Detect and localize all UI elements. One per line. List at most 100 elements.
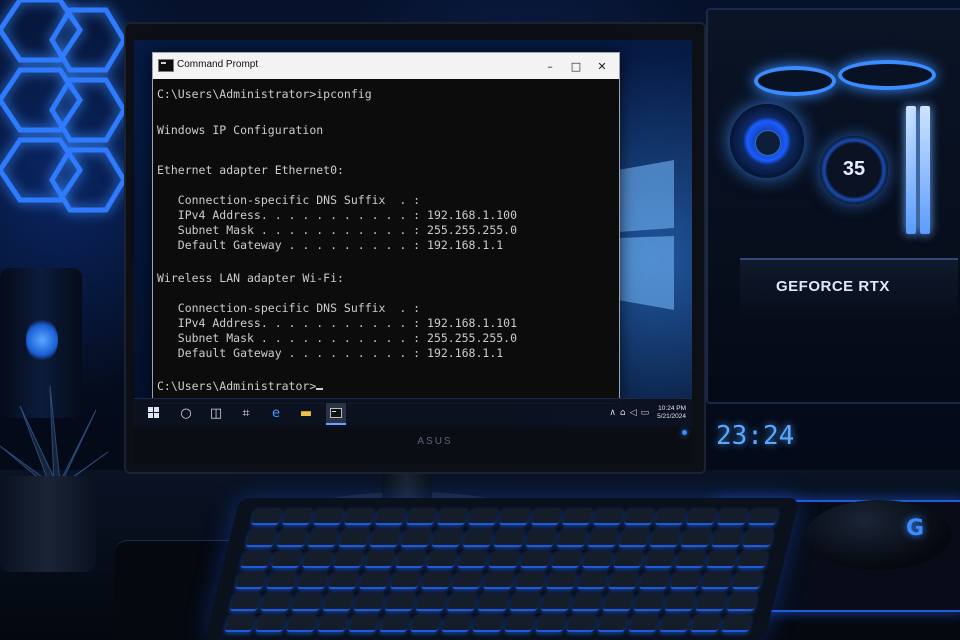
keyboard-key [328,572,360,590]
edge-icon[interactable]: e [266,403,286,423]
command-prompt-line[interactable]: C:\Users\Administrator> [157,379,324,393]
plant-leaves [0,386,109,486]
keyboard-key [530,508,562,526]
window-titlebar[interactable]: Command Prompt – □ ✕ [153,53,619,79]
keyboard-key [659,614,691,632]
keyboard-key [224,614,256,632]
keyboard-key [664,593,696,611]
keyboard-key [628,614,660,632]
keyboard-key [415,593,448,611]
keyboard-key [348,614,380,632]
keyboard-key [488,550,521,568]
keyboard-key [271,550,303,568]
keyboard-key [265,572,298,590]
keyboard-key [255,614,287,632]
keyboard-key [390,572,422,590]
battery-icon[interactable]: ▭ [641,408,650,418]
keyboard-key [291,593,324,611]
keyboard-key [333,550,365,568]
command-prompt-icon[interactable] [326,403,346,425]
keyboard-key [649,529,681,547]
keyboard-key [400,529,433,547]
taskbar-clock[interactable]: 10:24 PM 5/21/2024 [657,405,686,421]
keyboard-key [695,593,727,611]
console-line: Default Gateway . . . . . . . . . : 192.… [157,238,504,252]
keyboard-key [643,550,676,568]
maximize-button[interactable]: □ [563,53,589,79]
console-line: IPv4 Address. . . . . . . . . . . : 192.… [157,208,518,222]
keyboard [204,498,800,640]
window-title: Command Prompt [177,59,259,70]
command-prompt-window[interactable]: Command Prompt – □ ✕ C:\Users\Administra… [152,52,620,404]
keyboard-key [685,508,718,526]
task-view-icon[interactable]: ◫ [206,403,226,423]
keyboard-key [297,572,329,590]
widgets-icon[interactable]: ⌗ [236,403,256,423]
console-line: Connection-specific DNS Suffix . : [157,193,421,207]
chevron-up-icon[interactable]: ∧ [609,408,616,418]
clock-date: 5/21/2024 [657,413,686,420]
text-cursor [316,388,324,390]
keyboard-key [384,593,417,611]
keyboard-key [545,572,577,590]
keyboard-key [747,508,780,526]
terminal-icon [158,59,174,72]
network-icon[interactable]: ⌂ [620,408,626,418]
keyboard-key [731,572,764,590]
keyboard-key [410,614,443,632]
keyboard-key [437,508,469,526]
keyboard-key [587,529,619,547]
keyboard-key [494,529,526,547]
keyboard-key [276,529,309,547]
keyboard-key [364,550,396,568]
console-line: Windows IP Configuration [157,123,324,137]
keyboard-key [581,550,614,568]
keyboard-key [576,572,608,590]
keyboard-key [607,572,640,590]
keyboard-key [514,572,546,590]
keyboard-key [472,614,505,632]
volume-icon[interactable]: ◁ [630,408,637,418]
keyboard-key [716,508,749,526]
pump-temperature: 35 [842,158,866,180]
file-explorer-icon[interactable]: ▬ [296,403,316,423]
keyboard-key [561,508,593,526]
system-tray: ∧ ⌂ ◁ ▭ 10:24 PM 5/21/2024 [609,401,686,425]
keyboard-key [638,572,671,590]
windows-wallpaper-logo [618,160,674,310]
keyboard-key [359,572,391,590]
console-line: C:\Users\Administrator>ipconfig [157,87,372,101]
keyboard-key [592,508,624,526]
power-led [682,430,687,435]
keyboard-key [478,593,510,611]
windows-start-icon[interactable] [144,403,164,423]
console-line: Subnet Mask . . . . . . . . . . . : 255.… [157,223,518,237]
keyboard-key [654,508,687,526]
search-icon[interactable]: ○ [176,403,196,423]
close-button[interactable]: ✕ [589,53,615,79]
case-fan-ring [754,66,836,96]
plant-pot [0,476,96,572]
keyboard-key [483,572,515,590]
desk-clock: 23:24 [716,421,795,451]
clock-time: 10:24 PM [658,405,686,412]
keyboard-key [556,529,588,547]
prompt-text: C:\Users\Administrator> [157,379,317,393]
keyboard-key [565,614,598,632]
console-line: Connection-specific DNS Suffix . : [157,301,421,315]
taskbar: ○ ◫ ⌗ e ▬ ∧ ⌂ ◁ ▭ 10:24 PM 5/21/2024 [134,398,692,427]
minimize-button[interactable]: – [537,53,563,79]
ram-stick [906,106,916,234]
keyboard-key [379,614,411,632]
keyboard-keys [224,508,780,632]
keyboard-key [281,508,314,526]
keyboard-key [240,550,272,568]
keyboard-key [229,593,261,611]
keyboard-key [669,572,702,590]
keyboard-key [468,508,500,526]
monitor-brand-logo: ASUS [417,436,453,447]
keyboard-key [447,593,479,611]
console-output[interactable]: C:\Users\Administrator>ipconfig Windows … [153,81,619,399]
case-fan-ring [838,60,936,90]
keyboard-key [534,614,567,632]
